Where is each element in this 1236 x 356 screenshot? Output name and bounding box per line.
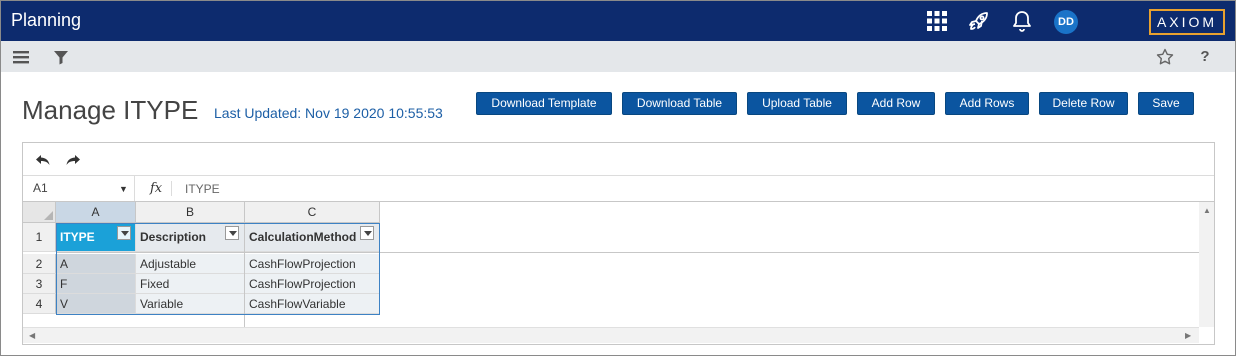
name-box-value: A1: [33, 181, 48, 195]
column-header-c[interactable]: C: [245, 202, 380, 223]
help-icon[interactable]: ?: [1195, 47, 1215, 67]
add-row-button[interactable]: Add Row: [857, 92, 935, 115]
table-cell[interactable]: A: [56, 254, 136, 274]
frozen-row-divider: [56, 252, 1214, 253]
download-template-button[interactable]: Download Template: [476, 92, 612, 115]
header-label-calculation-method: CalculationMethod: [249, 230, 357, 244]
table-cell[interactable]: Variable: [136, 294, 245, 314]
filter-icon[interactable]: [51, 47, 71, 67]
star-icon[interactable]: [1155, 47, 1175, 67]
header-label-description: Description: [140, 230, 207, 244]
fx-icon: fx: [150, 181, 163, 196]
last-updated-label: Last Updated: Nov 19 2020 10:55:53: [214, 105, 443, 121]
formula-input[interactable]: ITYPE: [185, 182, 220, 196]
vertical-scrollbar[interactable]: ▲: [1199, 202, 1214, 327]
select-all-corner[interactable]: [23, 202, 56, 223]
row-header-1[interactable]: 1: [23, 223, 56, 252]
spreadsheet: A1 ▼ fx ITYPE A B C 1 2 3 4 ITYPE Descri…: [22, 142, 1215, 345]
filter-dropdown-icon[interactable]: [117, 226, 131, 240]
column-divider: [244, 223, 245, 327]
user-avatar[interactable]: DD: [1054, 10, 1078, 34]
row-header-2[interactable]: 2: [23, 254, 56, 274]
upload-table-button[interactable]: Upload Table: [747, 92, 847, 115]
column-header-a[interactable]: A: [56, 202, 136, 223]
axiom-logo: AXIOM: [1149, 9, 1225, 35]
corner-triangle-icon: [44, 211, 53, 220]
top-bar: Planning DD AXIOM: [1, 1, 1235, 41]
table-cell[interactable]: CashFlowProjection: [245, 274, 380, 294]
header-label-itype: ITYPE: [60, 230, 95, 244]
table-cell[interactable]: CashFlowProjection: [245, 254, 380, 274]
app-title: Planning: [11, 10, 82, 30]
menu-icon[interactable]: [11, 47, 31, 67]
table-cell[interactable]: Adjustable: [136, 254, 245, 274]
filter-dropdown-icon[interactable]: [225, 226, 239, 240]
scroll-right-icon[interactable]: ▶: [1185, 331, 1191, 340]
sub-toolbar: ?: [1, 41, 1235, 72]
table-cell[interactable]: CashFlowVariable: [245, 294, 380, 314]
table-cell[interactable]: V: [56, 294, 136, 314]
scroll-up-icon[interactable]: ▲: [1203, 206, 1211, 215]
undo-redo-toolbar: [23, 143, 1214, 176]
delete-row-button[interactable]: Delete Row: [1039, 92, 1128, 115]
table-header-cell[interactable]: ITYPE: [56, 223, 136, 252]
page-title: Manage ITYPE: [22, 95, 199, 125]
horizontal-scrollbar[interactable]: ◀ ▶: [23, 327, 1199, 343]
filter-dropdown-icon[interactable]: [360, 226, 374, 240]
formula-bar: A1 ▼ fx ITYPE: [23, 176, 1214, 202]
redo-icon[interactable]: [64, 151, 82, 169]
column-header-b[interactable]: B: [136, 202, 245, 223]
table-cell[interactable]: F: [56, 274, 136, 294]
table-header-cell[interactable]: Description: [136, 223, 245, 252]
table-header-cell[interactable]: CalculationMethod: [245, 223, 380, 252]
undo-icon[interactable]: [34, 151, 52, 169]
apps-grid-icon[interactable]: [925, 9, 949, 33]
rocket-icon[interactable]: [967, 9, 991, 33]
table-cell[interactable]: Fixed: [136, 274, 245, 294]
bell-icon[interactable]: [1010, 9, 1034, 33]
download-table-button[interactable]: Download Table: [622, 92, 737, 115]
name-box[interactable]: A1 ▼: [23, 176, 135, 201]
row-header-3[interactable]: 3: [23, 274, 56, 294]
formula-separator: [171, 181, 172, 196]
row-header-4[interactable]: 4: [23, 294, 56, 314]
save-button[interactable]: Save: [1138, 92, 1194, 115]
sheet-grid[interactable]: A B C 1 2 3 4 ITYPE Description Calculat…: [23, 202, 1214, 344]
chevron-down-icon[interactable]: ▼: [119, 184, 128, 194]
add-rows-button[interactable]: Add Rows: [945, 92, 1029, 115]
scroll-left-icon[interactable]: ◀: [29, 331, 35, 340]
